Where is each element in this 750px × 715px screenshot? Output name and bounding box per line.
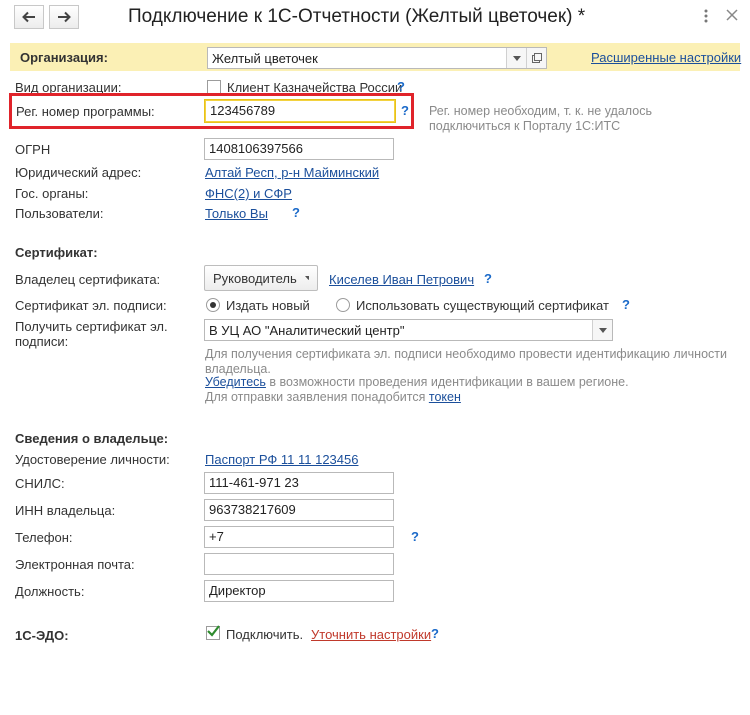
open-form-icon (531, 53, 542, 63)
more-button[interactable] (701, 8, 711, 24)
vertical-dots-icon (704, 9, 708, 23)
checkmark-icon (207, 625, 220, 637)
cert-get-value: В УЦ АО "Аналитический центр" (209, 323, 405, 338)
treasury-client-checkbox[interactable] (207, 80, 221, 94)
owner-section-title: Сведения о владельце: (15, 431, 169, 446)
arrow-right-icon (58, 11, 71, 23)
help-icon[interactable]: ? (431, 626, 439, 641)
gov-bodies-link[interactable]: ФНС(2) и СФР (205, 186, 292, 201)
reg-number-input[interactable]: 123456789 (204, 99, 396, 123)
help-icon[interactable]: ? (401, 103, 409, 118)
token-link[interactable]: токен (429, 390, 461, 404)
phone-input[interactable]: +7 (204, 526, 394, 548)
inn-label: ИНН владельца: (15, 503, 116, 518)
organization-label: Организация: (20, 50, 108, 65)
close-button[interactable] (725, 8, 739, 22)
position-label: Должность: (15, 584, 85, 599)
edo-connect-label: Подключить. (226, 627, 304, 642)
inn-input[interactable]: 963738217609 (204, 499, 394, 521)
organization-value: Желтый цветочек (212, 51, 318, 66)
ogrn-label: ОГРН (15, 142, 51, 157)
window-title: Подключение к 1С-Отчетности (Желтый цвет… (128, 6, 586, 27)
cert-owner-label: Владелец сертификата: (15, 272, 161, 287)
help-icon[interactable]: ? (292, 205, 300, 220)
advanced-settings-link[interactable]: Расширенные настройки (591, 50, 741, 65)
edo-label: 1С-ЭДО: (15, 628, 69, 643)
reg-number-label: Рег. номер программы: (16, 104, 155, 119)
help-icon[interactable]: ? (411, 529, 419, 544)
cert-get-label: Получить сертификат эл. подписи: (15, 319, 168, 349)
phone-label: Телефон: (15, 530, 73, 545)
cert-get-dropdown-button[interactable] (592, 320, 612, 340)
edo-settings-link[interactable]: Уточнить настройки (311, 627, 431, 642)
chevron-down-icon (512, 55, 521, 61)
cert-get-select[interactable]: В УЦ АО "Аналитический центр" (204, 319, 613, 341)
snils-input[interactable]: 111-461-971 23 (204, 472, 394, 494)
certificate-section-title: Сертификат: (15, 245, 98, 260)
close-icon (726, 9, 738, 21)
reg-number-hint: Рег. номер необходим, т. к. не удалось п… (429, 104, 652, 133)
cert-info-line2-wrap: Убедитесь в возможности проведения идент… (205, 375, 629, 390)
radio-use-existing-label: Использовать существующий сертификат (356, 298, 609, 313)
ogrn-input[interactable]: 1408106397566 (204, 138, 394, 160)
cert-owner-name-link[interactable]: Киселев Иван Петрович (329, 272, 474, 287)
radio-issue-new[interactable] (206, 298, 220, 312)
organization-open-button[interactable] (526, 48, 546, 68)
gov-bodies-label: Гос. органы: (15, 186, 89, 201)
help-icon[interactable]: ? (397, 79, 405, 94)
cert-owner-button-label: Руководитель (213, 270, 297, 286)
snils-label: СНИЛС: (15, 476, 65, 491)
cert-info-line3: Для отправки заявления понадобится (205, 390, 429, 404)
cert-owner-button[interactable]: Руководитель (204, 265, 318, 291)
organization-field[interactable]: Желтый цветочек (207, 47, 547, 69)
email-input[interactable] (204, 553, 394, 575)
users-label: Пользователи: (15, 206, 104, 221)
id-document-label: Удостоверение личности: (15, 452, 170, 467)
help-icon[interactable]: ? (622, 297, 630, 312)
cert-info-line3-wrap: Для отправки заявления понадобится токен (205, 390, 461, 405)
organization-dropdown-button[interactable] (506, 48, 526, 68)
chevron-down-icon (598, 327, 607, 333)
position-input[interactable]: Директор (204, 580, 394, 602)
help-icon[interactable]: ? (484, 271, 492, 286)
edo-connect-checkbox[interactable] (206, 625, 220, 640)
radio-selected-dot (210, 302, 216, 308)
cert-info-line1: Для получения сертификата эл. подписи не… (205, 347, 727, 376)
id-document-link[interactable]: Паспорт РФ 11 11 123456 (205, 452, 358, 467)
chevron-down-icon (304, 276, 309, 280)
legal-address-link[interactable]: Алтай Респ, р-н Майминский (205, 165, 379, 180)
radio-use-existing[interactable] (336, 298, 350, 312)
verify-link[interactable]: Убедитесь (205, 375, 266, 389)
cert-info-line2: в возможности проведения идентификации в… (265, 375, 629, 389)
email-label: Электронная почта: (15, 557, 135, 572)
forward-button[interactable] (49, 5, 79, 29)
radio-issue-new-label: Издать новый (226, 298, 310, 313)
legal-address-label: Юридический адрес: (15, 165, 142, 180)
back-button[interactable] (14, 5, 44, 29)
cert-sign-label: Сертификат эл. подписи: (15, 298, 167, 313)
arrow-left-icon (22, 11, 35, 23)
users-link[interactable]: Только Вы (205, 206, 268, 221)
